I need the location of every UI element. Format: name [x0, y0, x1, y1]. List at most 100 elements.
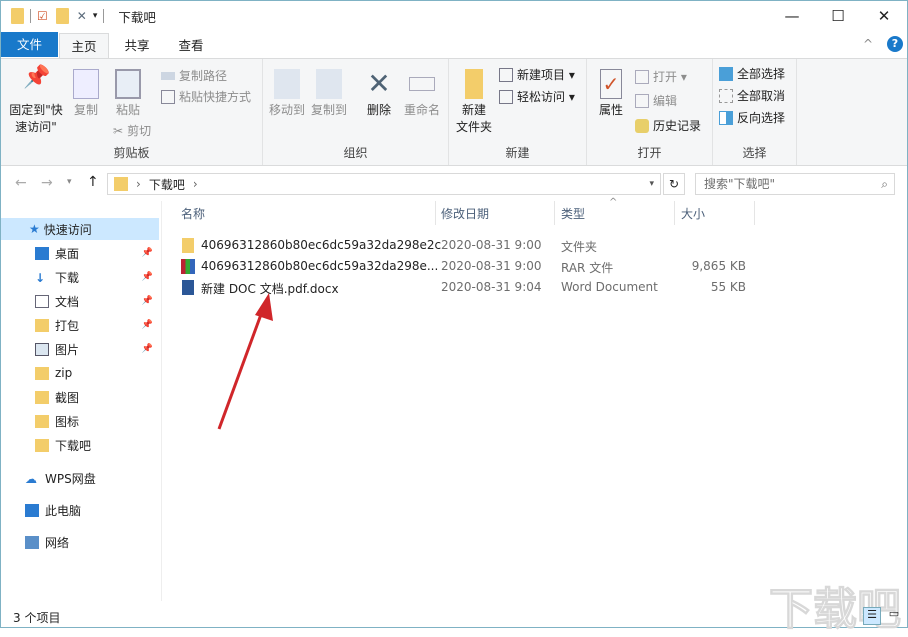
tab-home[interactable]: 主页 [59, 33, 109, 58]
folder-icon [35, 438, 49, 452]
open-button[interactable]: 打开 ▾ [635, 68, 687, 85]
file-name: 40696312860b80ec6dc59a32da298e2c [201, 238, 442, 252]
select-none-button[interactable]: 全部取消 [719, 87, 785, 104]
open-group: ✓ 属性 打开 ▾ 编辑 历史记录 打开 [587, 59, 713, 165]
nav-item-desktop[interactable]: 桌面 📌 [1, 242, 159, 264]
annotation-arrow [217, 293, 273, 430]
large-icons-view-icon[interactable]: ▭ [885, 607, 903, 625]
column-header-name[interactable]: 名称 [181, 205, 205, 222]
shortcut-icon [161, 89, 175, 104]
minimize-button[interactable]: — [769, 1, 815, 31]
up-button[interactable]: ↑ [87, 174, 99, 190]
paste-button[interactable]: 粘贴 [111, 69, 145, 119]
breadcrumb-separator: › [192, 177, 198, 191]
delete-button[interactable]: ✕ 删除 [359, 69, 399, 119]
column-header-size[interactable]: 大小 [681, 205, 705, 222]
arrow-shaft [217, 308, 265, 430]
breadcrumb-separator: › [136, 177, 141, 191]
select-all-button[interactable]: 全部选择 [719, 65, 785, 82]
clipboard-group: 📌 固定到"快速访问" 复制 粘贴 ✂ 剪切 复制路径 粘贴快捷方式 剪贴板 [1, 59, 263, 165]
path-icon [161, 71, 175, 80]
maximize-button[interactable]: ☐ [815, 1, 861, 31]
column-header-date[interactable]: 修改日期 [441, 205, 489, 222]
close-button[interactable]: ✕ [861, 1, 907, 31]
recent-chevron-icon[interactable]: ▾ [67, 177, 72, 187]
pin-icon: 📌 [141, 320, 153, 330]
file-row[interactable]: 40696312860b80ec6dc59a32da298e... 2020-0… [176, 256, 756, 276]
address-dropdown-icon[interactable]: ▾ [649, 179, 654, 189]
scissors-icon: ✂ [113, 123, 124, 138]
folder-icon [465, 69, 483, 99]
collapse-ribbon-icon[interactable]: ^ [863, 37, 873, 51]
properties-quick-icon[interactable]: ☑ [37, 9, 48, 23]
edit-button[interactable]: 编辑 [635, 92, 677, 109]
details-view-icon[interactable]: ☰ [863, 607, 881, 625]
nav-item-icons[interactable]: 图标 [1, 410, 159, 432]
properties-button[interactable]: ✓ 属性 [593, 69, 629, 119]
arrow-head [255, 293, 273, 321]
copy-button[interactable]: 复制 [69, 69, 103, 119]
paste-shortcut-button[interactable]: 粘贴快捷方式 [161, 88, 251, 105]
select-all-icon [719, 66, 733, 81]
sort-ascending-icon: ^ [609, 197, 618, 208]
history-button[interactable]: 历史记录 [635, 117, 701, 134]
breadcrumb[interactable]: 下载吧 [149, 176, 185, 193]
file-date: 2020-08-31 9:00 [441, 238, 542, 252]
rar-icon [181, 259, 195, 274]
delete-quick-icon[interactable]: ✕ [77, 9, 87, 23]
invert-selection-button[interactable]: 反向选择 [719, 109, 785, 126]
ribbon: 📌 固定到"快速访问" 复制 粘贴 ✂ 剪切 复制路径 粘贴快捷方式 剪贴板 移动到… [1, 58, 907, 166]
properties-icon: ✓ [600, 69, 622, 99]
rename-button[interactable]: 重命名 [401, 69, 443, 119]
nav-item-pictures[interactable]: 图片 📌 [1, 338, 159, 360]
file-type: Word Document [561, 280, 658, 294]
clipboard-icon [115, 69, 141, 99]
title-bar: ☑ ✕ ▾ 下载吧 — ☐ ✕ [1, 1, 907, 31]
nav-item-downloads[interactable]: ↓ 下载 📌 [1, 266, 159, 288]
customize-chevron-icon[interactable]: ▾ [93, 11, 98, 21]
pin-quick-access-button[interactable]: 📌 固定到"快速访问" [5, 67, 67, 136]
file-type: 文件夹 [561, 240, 598, 254]
new-folder-quick-icon[interactable] [55, 8, 69, 24]
copy-path-button[interactable]: 复制路径 [161, 67, 227, 84]
column-divider [674, 201, 675, 225]
group-label: 组织 [343, 146, 368, 160]
watermark-logo: 下载吧 [769, 584, 902, 636]
move-to-button[interactable]: 移动到 [267, 69, 307, 119]
back-button[interactable]: ← [15, 175, 27, 191]
search-input[interactable]: 搜索"下载吧" ⌕ [695, 173, 895, 195]
address-bar-row: ← → ▾ ↑ › 下载吧 › ▾ ↻ 搜索"下载吧" ⌕ [1, 169, 907, 199]
refresh-button[interactable]: ↻ [663, 173, 685, 195]
folder-icon [182, 238, 194, 253]
file-name: 40696312860b80ec6dc59a32da298e... [201, 259, 439, 273]
new-folder-button[interactable]: 新建 文件夹 [453, 69, 495, 136]
new-item-button[interactable]: 新建项目 ▾ [499, 66, 575, 83]
nav-this-pc[interactable]: 此电脑 [1, 499, 159, 521]
file-row[interactable]: 40696312860b80ec6dc59a32da298e2c 2020-08… [176, 235, 756, 255]
nav-item-documents[interactable]: 文档 📌 [1, 290, 159, 312]
nav-item-zip[interactable]: zip [1, 362, 159, 384]
pin-icon: 📌 [141, 272, 153, 282]
help-icon[interactable]: ? [887, 36, 903, 52]
nav-item-xiazaiba[interactable]: 下载吧 [1, 434, 159, 456]
tab-view[interactable]: 查看 [167, 33, 215, 58]
easy-access-button[interactable]: 轻松访问 ▾ [499, 88, 575, 105]
desktop-icon [35, 246, 49, 260]
nav-wps-drive[interactable]: ☁ WPS网盘 [1, 467, 159, 489]
nav-item-pack[interactable]: 打包 📌 [1, 314, 159, 336]
document-icon [35, 294, 49, 308]
nav-network[interactable]: 网络 [1, 531, 159, 553]
address-input[interactable]: › 下载吧 › ▾ [107, 173, 661, 195]
nav-item-screenshots[interactable]: 截图 [1, 386, 159, 408]
copy-to-button[interactable]: 复制到 [309, 69, 349, 119]
navigation-pane: ★ 快速访问 桌面 📌 ↓ 下载 📌 文档 📌 打包 📌 图片 📌 zip 截图 图标 下载吧… [1, 211, 161, 603]
tab-share[interactable]: 共享 [113, 33, 161, 58]
tab-file[interactable]: 文件 [1, 32, 58, 57]
column-divider [754, 201, 755, 225]
star-icon: ★ [29, 222, 40, 236]
cut-button[interactable]: ✂ 剪切 [113, 122, 151, 139]
column-header-type[interactable]: 类型 [561, 205, 585, 222]
history-icon [635, 118, 649, 133]
nav-quick-access[interactable]: ★ 快速访问 [1, 218, 159, 240]
forward-button[interactable]: → [41, 175, 53, 191]
